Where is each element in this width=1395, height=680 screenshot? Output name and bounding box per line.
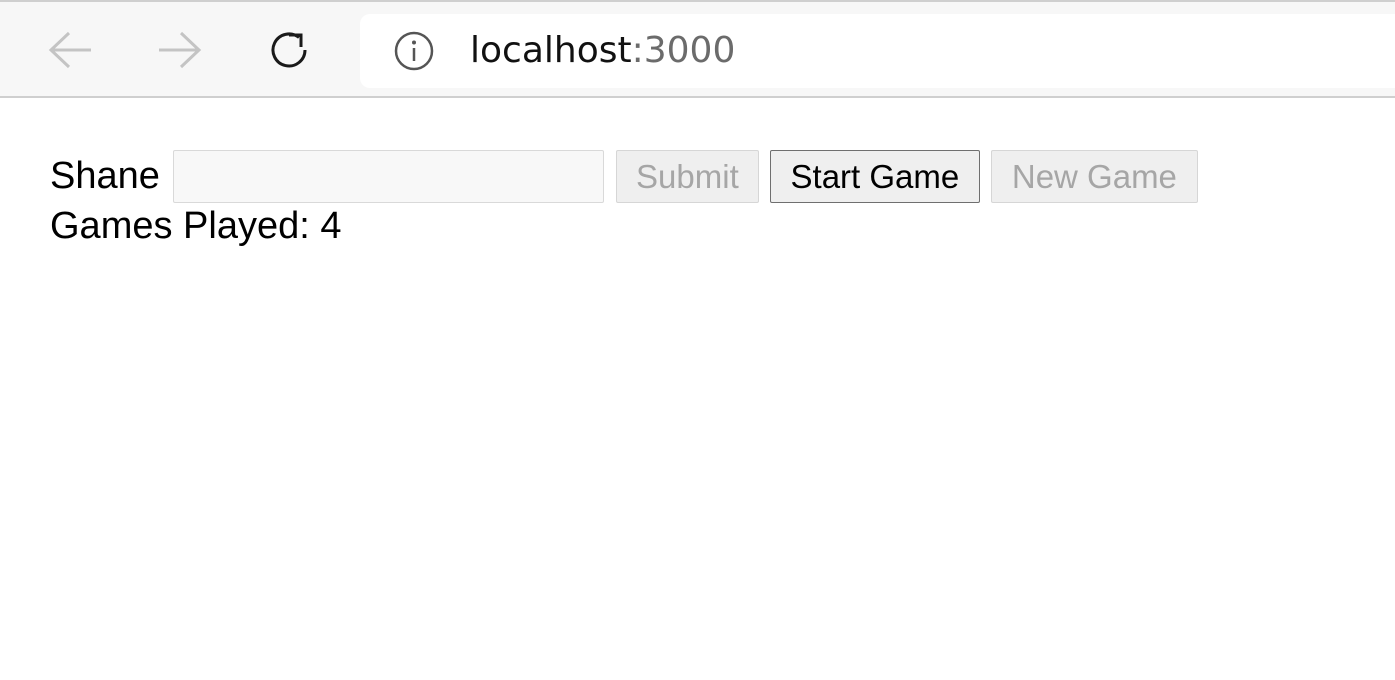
name-form: Shane Submit Start Game New Game: [50, 150, 1198, 203]
player-name-label: Shane: [50, 155, 160, 197]
url-text[interactable]: localhost:3000: [470, 28, 735, 74]
address-bar[interactable]: localhost:3000: [360, 14, 1395, 88]
new-game-button[interactable]: New Game: [990, 150, 1198, 203]
submit-button[interactable]: Submit: [615, 150, 759, 203]
url-host: localhost: [470, 30, 632, 71]
url-port: :3000: [631, 30, 736, 71]
info-icon[interactable]: [394, 31, 434, 71]
arrow-right-icon: [159, 31, 202, 69]
games-played-text: Games Played: 4: [50, 205, 342, 247]
name-input[interactable]: [172, 150, 604, 203]
forward-button[interactable]: [156, 24, 204, 76]
arrow-left-icon: [48, 31, 91, 69]
start-game-button[interactable]: Start Game: [769, 150, 980, 203]
reload-icon: [271, 32, 307, 68]
game-panel: Shane Submit Start Game New Game Games P…: [50, 150, 1198, 249]
back-button[interactable]: [46, 24, 94, 76]
reload-button[interactable]: [266, 24, 314, 76]
browser-toolbar: localhost:3000: [0, 0, 1395, 98]
